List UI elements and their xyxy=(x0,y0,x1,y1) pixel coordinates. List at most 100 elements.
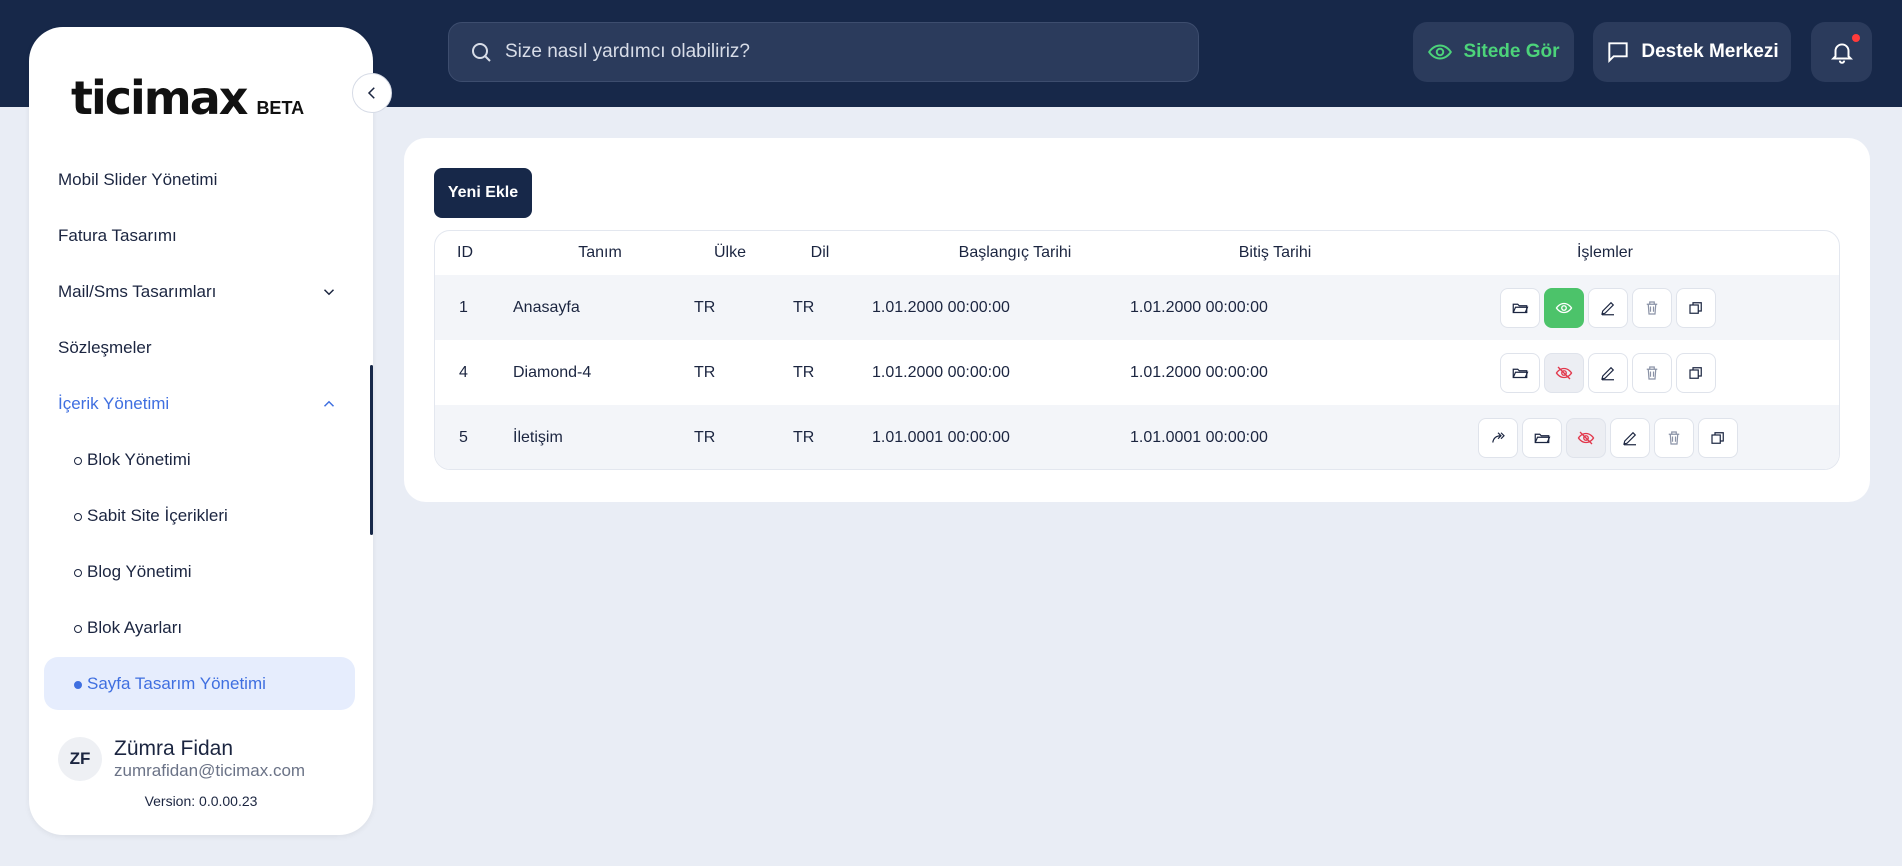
header-id: ID xyxy=(457,244,473,261)
content-card: Yeni Ekle ID Tanım Ülke Dil Başlangıç Ta… xyxy=(404,138,1870,502)
folder-open-icon xyxy=(1512,368,1529,378)
visibility-toggle-button[interactable] xyxy=(1544,287,1584,328)
view-on-site-button[interactable]: Sitede Gör xyxy=(1413,22,1574,82)
cell-end-date: 1.01.2000 00:00:00 xyxy=(1130,363,1268,381)
row-actions xyxy=(1500,340,1716,405)
notification-dot xyxy=(1852,34,1860,42)
page-design-table: ID Tanım Ülke Dil Başlangıç Tarihi Bitiş… xyxy=(434,230,1840,470)
sidebar-subitem-blok-ayarlari[interactable]: Blok Ayarları xyxy=(44,601,355,654)
eye-off-icon xyxy=(1577,431,1595,444)
pencil-icon xyxy=(1601,366,1615,380)
open-folder-button[interactable] xyxy=(1522,417,1562,458)
cell-country: TR xyxy=(694,363,716,381)
edit-button[interactable] xyxy=(1588,352,1628,393)
sidebar-item-icerik-yonetimi[interactable]: İçerik Yönetimi xyxy=(58,384,338,424)
cell-name: İletişim xyxy=(513,428,563,446)
open-folder-button[interactable] xyxy=(1500,352,1540,393)
notifications-button[interactable] xyxy=(1811,22,1872,82)
view-on-site-label: Sitede Gör xyxy=(1463,41,1560,62)
visibility-toggle-button[interactable] xyxy=(1566,417,1606,458)
cell-name: Diamond-4 xyxy=(513,363,592,381)
cell-id: 4 xyxy=(459,363,468,381)
table-row: 5 İletişim TR TR 1.01.0001 00:00:00 1.01… xyxy=(435,405,1839,469)
user-profile[interactable]: ZF Zümra Fidan zumrafidan@ticimax.com xyxy=(58,737,305,781)
sidebar-item-label: Mail/Sms Tasarımları xyxy=(58,282,217,301)
header-actions: İşlemler xyxy=(1576,244,1633,261)
sidebar-subitem-blog-yonetimi[interactable]: Blog Yönetimi xyxy=(44,545,355,598)
copy-icon xyxy=(1689,366,1702,379)
support-center-button[interactable]: Destek Merkezi xyxy=(1593,22,1791,82)
edit-button[interactable] xyxy=(1588,287,1628,328)
cell-language: TR xyxy=(793,363,815,381)
header-end-date: Bitiş Tarihi xyxy=(1238,244,1312,261)
copy-button[interactable] xyxy=(1676,287,1716,328)
sidebar-item-label: İçerik Yönetimi xyxy=(58,394,170,413)
sidebar-scroll-indicator xyxy=(370,365,373,535)
sidebar-subitem-label: Blok Ayarları xyxy=(87,617,183,637)
chevron-up-icon xyxy=(323,400,335,407)
sidebar-item-label: Sözleşmeler xyxy=(58,338,152,357)
sidebar-subitem-blok-yonetimi[interactable]: Blok Yönetimi xyxy=(44,433,355,486)
beta-badge: BETA xyxy=(256,98,305,118)
visibility-toggle-button[interactable] xyxy=(1544,352,1584,393)
sidebar-item-label: Fatura Tasarımı xyxy=(58,226,177,245)
sidebar: ticimax BETA Mobil Slider Yönetimi Fatur… xyxy=(29,27,373,835)
cell-name: Anasayfa xyxy=(513,298,580,316)
logo-text: ticimax xyxy=(71,71,248,125)
sidebar-subitem-label: Blok Yönetimi xyxy=(87,449,191,469)
chat-icon xyxy=(1608,42,1628,64)
cell-id: 5 xyxy=(459,428,468,446)
sidebar-item-mobil-slider[interactable]: Mobil Slider Yönetimi xyxy=(58,160,338,200)
copy-button[interactable] xyxy=(1676,352,1716,393)
delete-button[interactable] xyxy=(1632,352,1672,393)
collapse-sidebar-button[interactable] xyxy=(352,73,392,113)
cell-country: TR xyxy=(694,428,716,446)
cell-id: 1 xyxy=(459,298,468,316)
trash-icon xyxy=(1646,365,1658,380)
redirect-arrow-icon xyxy=(1492,431,1505,443)
header-start-date: Başlangıç Tarihi xyxy=(958,244,1072,261)
sidebar-subitem-sayfa-tasarim-yonetimi[interactable]: Sayfa Tasarım Yönetimi xyxy=(44,657,355,710)
sidebar-subitem-sabit-site-icerikleri[interactable]: Sabit Site İçerikleri xyxy=(44,489,355,542)
cell-country: TR xyxy=(694,298,716,316)
cell-end-date: 1.01.2000 00:00:00 xyxy=(1130,298,1268,316)
sidebar-item-mail-sms[interactable]: Mail/Sms Tasarımları xyxy=(58,272,338,312)
sidebar-subitem-label: Sayfa Tasarım Yönetimi xyxy=(87,673,266,693)
trash-icon xyxy=(1668,430,1680,445)
version-label: Version: 0.0.00.23 xyxy=(144,793,258,809)
copy-button[interactable] xyxy=(1698,417,1738,458)
copy-icon xyxy=(1711,431,1724,444)
sidebar-item-fatura-tasarimi[interactable]: Fatura Tasarımı xyxy=(58,216,338,256)
row-actions xyxy=(1500,275,1716,340)
folder-open-icon xyxy=(1512,303,1529,313)
delete-button[interactable] xyxy=(1632,287,1672,328)
delete-button[interactable] xyxy=(1654,417,1694,458)
chevron-down-icon xyxy=(323,289,335,296)
search-placeholder: Size nasıl yardımcı olabiliriz? xyxy=(505,41,750,62)
table-row: 1 Anasayfa TR TR 1.01.2000 00:00:00 1.01… xyxy=(435,275,1839,340)
trash-icon xyxy=(1646,300,1658,315)
user-email: zumrafidan@ticimax.com xyxy=(114,761,306,780)
eye-icon xyxy=(1428,44,1453,60)
eye-icon xyxy=(1555,302,1573,313)
row-actions xyxy=(1478,405,1738,469)
redirect-button[interactable] xyxy=(1478,417,1518,458)
edit-button[interactable] xyxy=(1610,417,1650,458)
cell-start-date: 1.01.2000 00:00:00 xyxy=(872,298,1010,316)
sidebar-item-sozlesmeler[interactable]: Sözleşmeler xyxy=(58,328,338,368)
cell-start-date: 1.01.0001 00:00:00 xyxy=(872,428,1010,446)
chevron-left-icon xyxy=(367,87,375,99)
cell-language: TR xyxy=(793,428,815,446)
support-center-label: Destek Merkezi xyxy=(1641,41,1779,62)
search-icon xyxy=(472,43,491,62)
search-input[interactable]: Size nasıl yardımcı olabiliriz? xyxy=(448,22,1199,82)
bell-icon xyxy=(1830,43,1853,64)
add-new-button[interactable]: Yeni Ekle xyxy=(434,168,532,218)
pencil-icon xyxy=(1601,301,1615,315)
table-row: 4 Diamond-4 TR TR 1.01.2000 00:00:00 1.0… xyxy=(435,340,1839,405)
logo[interactable]: ticimax BETA xyxy=(71,71,304,125)
folder-open-icon xyxy=(1534,433,1551,443)
cell-start-date: 1.01.2000 00:00:00 xyxy=(872,363,1010,381)
open-folder-button[interactable] xyxy=(1500,287,1540,328)
cell-language: TR xyxy=(793,298,815,316)
